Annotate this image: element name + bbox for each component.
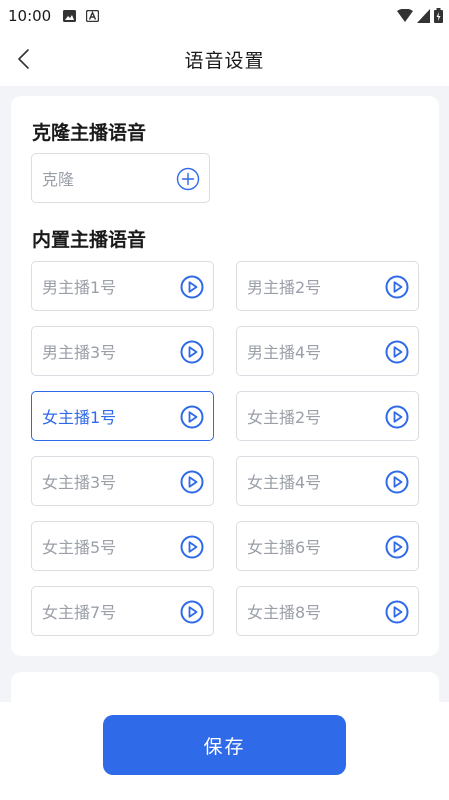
voice-option-label: 男主播1号 <box>42 278 117 297</box>
voice-option[interactable]: 男主播1号 <box>31 261 214 311</box>
play-circle-icon[interactable] <box>385 535 409 559</box>
play-circle-icon[interactable] <box>385 405 409 429</box>
voice-option[interactable]: 女主播4号 <box>236 456 419 506</box>
voice-option-label: 女主播3号 <box>42 473 117 492</box>
voice-option[interactable]: 女主播6号 <box>236 521 419 571</box>
clone-voice-button[interactable]: 克隆 <box>31 153 210 203</box>
voice-card: 克隆主播语音 克隆 内置主播语音 男主播1号 男主播2号男主播3号 男主播4号女主播… <box>11 96 439 656</box>
voice-option[interactable]: 男主播3号 <box>31 326 214 376</box>
voice-option-label: 女主播6号 <box>247 538 322 557</box>
voice-option-label: 女主播8号 <box>247 603 322 622</box>
voice-option[interactable]: 男主播4号 <box>236 326 419 376</box>
plus-circle-icon[interactable] <box>176 167 200 191</box>
status-time: 10:00 <box>8 7 52 25</box>
voice-option[interactable]: 女主播7号 <box>31 586 214 636</box>
voice-option-label: 女主播1号 <box>42 408 117 427</box>
wifi-icon <box>397 8 413 22</box>
play-circle-icon[interactable] <box>180 275 204 299</box>
play-circle-icon[interactable] <box>385 470 409 494</box>
app-header: 语音设置 <box>0 32 449 86</box>
play-circle-icon[interactable] <box>180 340 204 364</box>
play-circle-icon[interactable] <box>180 600 204 624</box>
next-card <box>11 672 439 702</box>
battery-icon <box>434 8 443 23</box>
voice-settings-screen: 10:00 语音设置 克隆主播语音 克隆 内置主播语音 男主播1号 男主播2号 … <box>0 0 449 800</box>
a-box-icon <box>86 10 100 22</box>
image-icon <box>63 10 77 22</box>
page-title: 语音设置 <box>184 49 265 72</box>
voice-option[interactable]: 女主播3号 <box>31 456 214 506</box>
voice-option-label: 女主播4号 <box>247 473 322 492</box>
voice-option-label: 男主播4号 <box>247 343 322 362</box>
clone-section-title: 克隆主播语音 <box>32 122 147 144</box>
play-circle-icon[interactable] <box>385 340 409 364</box>
play-circle-icon[interactable] <box>180 470 204 494</box>
play-circle-icon[interactable] <box>385 275 409 299</box>
signal-icon <box>417 8 430 23</box>
status-bar: 10:00 <box>0 0 449 32</box>
voice-option-label: 女主播7号 <box>42 603 117 622</box>
voice-option[interactable]: 女主播5号 <box>31 521 214 571</box>
play-circle-icon[interactable] <box>180 535 204 559</box>
voice-option[interactable]: 男主播2号 <box>236 261 419 311</box>
voice-option-label: 男主播2号 <box>247 278 322 297</box>
save-button[interactable]: 保存 <box>103 715 346 775</box>
voice-option-label: 男主播3号 <box>42 343 117 362</box>
voice-option-label: 女主播2号 <box>247 408 322 427</box>
status-right-group <box>397 8 443 23</box>
voice-option[interactable]: 女主播2号 <box>236 391 419 441</box>
bottom-bar: 保存 <box>0 702 449 800</box>
voice-option[interactable]: 女主播8号 <box>236 586 419 636</box>
voice-option-label: 女主播5号 <box>42 538 117 557</box>
play-circle-icon[interactable] <box>180 405 204 429</box>
builtin-section-title: 内置主播语音 <box>32 229 147 251</box>
clone-label: 克隆 <box>42 170 75 189</box>
voice-option[interactable]: 女主播1号 <box>31 391 214 441</box>
play-circle-icon[interactable] <box>385 600 409 624</box>
chevron-left-icon[interactable] <box>14 48 36 70</box>
